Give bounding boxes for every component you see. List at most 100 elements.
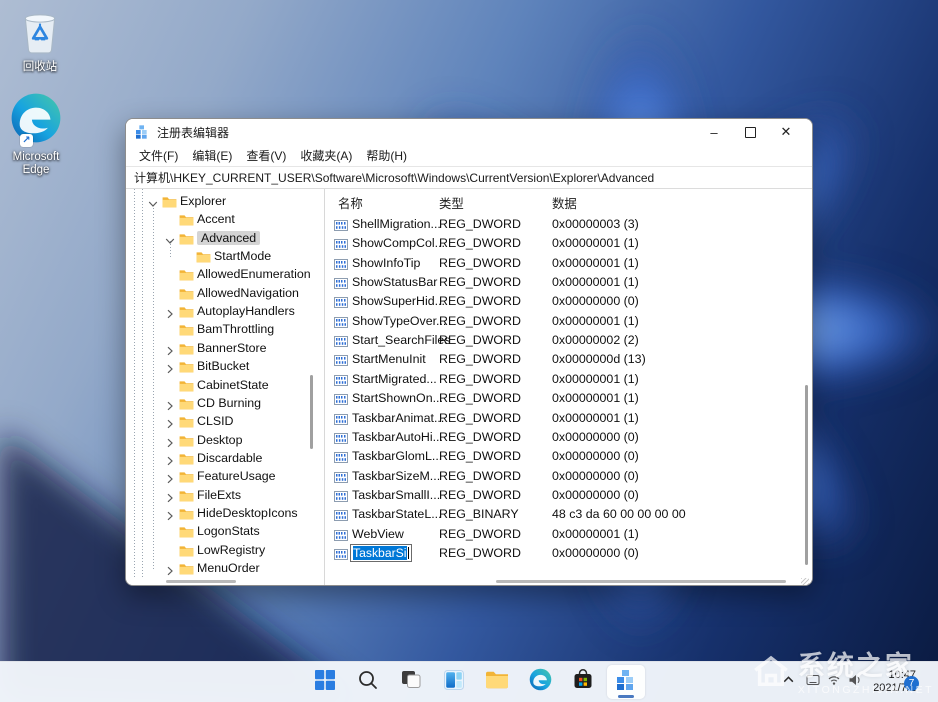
- taskbar-button-registry-editor[interactable]: [607, 665, 645, 699]
- menu-item-help[interactable]: 帮助(H): [359, 145, 414, 166]
- tree-item-label: MenuOrder: [197, 561, 260, 575]
- menu-item-favorites[interactable]: 收藏夹(A): [293, 145, 359, 166]
- tree-item-bannerstore[interactable]: BannerStore: [126, 340, 322, 358]
- folder-icon: [179, 268, 194, 280]
- input-indicator-icon[interactable]: [806, 673, 820, 691]
- close-button[interactable]: ✕: [768, 120, 804, 144]
- notification-badge[interactable]: 7: [904, 676, 919, 691]
- registry-value-row[interactable]: TaskbarSmallI...REG_DWORD0x00000000 (0): [326, 486, 798, 505]
- registry-value-row[interactable]: Start_SearchFilesREG_DWORD0x00000002 (2): [326, 331, 798, 350]
- tray-hidden-icons-chevron[interactable]: [782, 673, 795, 691]
- tree-item-hidedesktopicons[interactable]: HideDesktopIcons: [126, 505, 322, 523]
- menu-item-edit[interactable]: 编辑(E): [185, 145, 239, 166]
- minimize-button[interactable]: –: [696, 120, 732, 144]
- registry-value-row[interactable]: WebViewREG_DWORD0x00000001 (1): [326, 525, 798, 544]
- tree-item-lowregistry[interactable]: LowRegistry: [126, 542, 322, 560]
- chevron-down-icon[interactable]: [148, 196, 158, 206]
- chevron-right-icon[interactable]: [165, 471, 175, 481]
- taskbar-button-task-view[interactable]: [392, 665, 430, 699]
- chevron-right-icon[interactable]: [165, 435, 175, 445]
- tree-item-menuorder[interactable]: MenuOrder: [126, 560, 322, 578]
- network-icon[interactable]: [827, 673, 841, 691]
- tree-item-cd-burning[interactable]: CD Burning: [126, 395, 322, 413]
- title-bar[interactable]: 注册表编辑器 – ✕: [126, 119, 812, 145]
- maximize-button[interactable]: [732, 120, 768, 144]
- chevron-right-icon[interactable]: [165, 416, 175, 426]
- tree-item-explorer[interactable]: Explorer: [126, 193, 322, 211]
- tree-item-cabinetstate[interactable]: CabinetState: [126, 377, 322, 395]
- tree-item-advanced[interactable]: Advanced: [126, 230, 322, 248]
- tree-item-startmode[interactable]: StartMode: [126, 248, 322, 266]
- registry-value-row[interactable]: TaskbarStateL...REG_BINARY48 c3 da 60 00…: [326, 505, 798, 524]
- registry-value-row[interactable]: TaskbarAutoHi...REG_DWORD0x00000000 (0): [326, 428, 798, 447]
- tree-item-autoplayhandlers[interactable]: AutoplayHandlers: [126, 303, 322, 321]
- folder-icon: [179, 213, 194, 225]
- volume-icon[interactable]: [848, 673, 862, 691]
- tree-item-logonstats[interactable]: LogonStats: [126, 523, 322, 541]
- tree-item-bamthrottling[interactable]: BamThrottling: [126, 321, 322, 339]
- chevron-right-icon[interactable]: [165, 398, 175, 408]
- taskbar-button-start[interactable]: [306, 665, 344, 699]
- address-bar[interactable]: 计算机\HKEY_CURRENT_USER\Software\Microsoft…: [126, 166, 812, 189]
- tree-item-featureusage[interactable]: FeatureUsage: [126, 468, 322, 486]
- resize-grip[interactable]: [801, 578, 809, 586]
- taskbar-button-search[interactable]: [349, 665, 387, 699]
- column-header-type[interactable]: 类型: [439, 194, 464, 212]
- menu-item-file[interactable]: 文件(F): [132, 145, 185, 166]
- registry-value-row[interactable]: StartMigrated...REG_DWORD0x00000001 (1): [326, 370, 798, 389]
- pane-splitter[interactable]: [324, 189, 325, 586]
- chevron-right-icon[interactable]: [165, 563, 175, 573]
- value-type: REG_DWORD: [439, 314, 521, 328]
- registry-value-row[interactable]: TaskbarAnimat...REG_DWORD0x00000001 (1): [326, 409, 798, 428]
- tree-item-discardable[interactable]: Discardable: [126, 450, 322, 468]
- chevron-right-icon[interactable]: [165, 508, 175, 518]
- tree-item-allowednavigation[interactable]: AllowedNavigation: [126, 285, 322, 303]
- registry-value-row[interactable]: ShowTypeOver...REG_DWORD0x00000001 (1): [326, 312, 798, 331]
- menu-item-view[interactable]: 查看(V): [239, 145, 293, 166]
- registry-value-row[interactable]: StartShownOn...REG_DWORD0x00000001 (1): [326, 389, 798, 408]
- value-name: TaskbarGlomL...: [352, 449, 442, 463]
- taskbar-clock[interactable]: 10:47 2021/7/1 7: [873, 669, 916, 695]
- taskbar-button-edge[interactable]: [521, 665, 559, 699]
- chevron-right-icon[interactable]: [165, 306, 175, 316]
- registry-value-row[interactable]: ShowSuperHid...REG_DWORD0x00000000 (0): [326, 292, 798, 311]
- tree-item-clsid[interactable]: CLSID: [126, 413, 322, 431]
- registry-value-row[interactable]: TaskbarGlomL...REG_DWORD0x00000000 (0): [326, 447, 798, 466]
- taskbar-button-store[interactable]: [564, 665, 602, 699]
- tree-item-label: Explorer: [180, 194, 226, 208]
- value-name-edit-input[interactable]: TaskbarSi: [350, 544, 412, 562]
- tree-item-fileexts[interactable]: FileExts: [126, 487, 322, 505]
- chevron-right-icon[interactable]: [165, 343, 175, 353]
- desktop-icon-microsoft-edge[interactable]: ↗ Microsoft Edge: [0, 92, 72, 177]
- column-header-name[interactable]: 名称: [338, 194, 363, 212]
- chevron-right-icon[interactable]: [165, 490, 175, 500]
- chevron-right-icon[interactable]: [165, 453, 175, 463]
- tree-item-accent[interactable]: Accent: [126, 211, 322, 229]
- tree-item-allowedenumeration[interactable]: AllowedEnumeration: [126, 266, 322, 284]
- tree-item-label: CD Burning: [197, 396, 261, 410]
- chevron-down-icon[interactable]: [165, 233, 175, 243]
- registry-value-row[interactable]: ShowCompCol...REG_DWORD0x00000001 (1): [326, 234, 798, 253]
- registry-value-row[interactable]: TaskbarSiREG_DWORD0x00000000 (0): [326, 544, 798, 563]
- registry-editor-icon: [614, 668, 638, 697]
- desktop-icon-recycle-bin[interactable]: 回收站: [4, 8, 76, 74]
- taskbar-button-widgets[interactable]: [435, 665, 473, 699]
- taskbar-button-file-explorer[interactable]: [478, 665, 516, 699]
- tree-item-desktop[interactable]: Desktop: [126, 432, 322, 450]
- registry-value-row[interactable]: ShellMigration...REG_DWORD0x00000003 (3): [326, 215, 798, 234]
- value-data: 0x00000001 (1): [552, 236, 639, 250]
- tree-horizontal-scrollbar[interactable]: [166, 580, 236, 583]
- list-vertical-scrollbar[interactable]: [805, 385, 808, 565]
- chevron-right-icon[interactable]: [165, 361, 175, 371]
- tree-vertical-scrollbar[interactable]: [310, 375, 313, 449]
- tree-item-bitbucket[interactable]: BitBucket: [126, 358, 322, 376]
- registry-value-row[interactable]: ShowInfoTipREG_DWORD0x00000001 (1): [326, 254, 798, 273]
- folder-icon: [162, 195, 177, 207]
- registry-value-row[interactable]: StartMenuInitREG_DWORD0x0000000d (13): [326, 350, 798, 369]
- column-header-data[interactable]: 数据: [552, 194, 577, 212]
- value-type: REG_DWORD: [439, 333, 521, 347]
- value-name: TaskbarAutoHi...: [352, 430, 443, 444]
- registry-value-row[interactable]: ShowStatusBarREG_DWORD0x00000001 (1): [326, 273, 798, 292]
- registry-value-row[interactable]: TaskbarSizeM...REG_DWORD0x00000000 (0): [326, 467, 798, 486]
- list-horizontal-scrollbar[interactable]: [496, 580, 786, 583]
